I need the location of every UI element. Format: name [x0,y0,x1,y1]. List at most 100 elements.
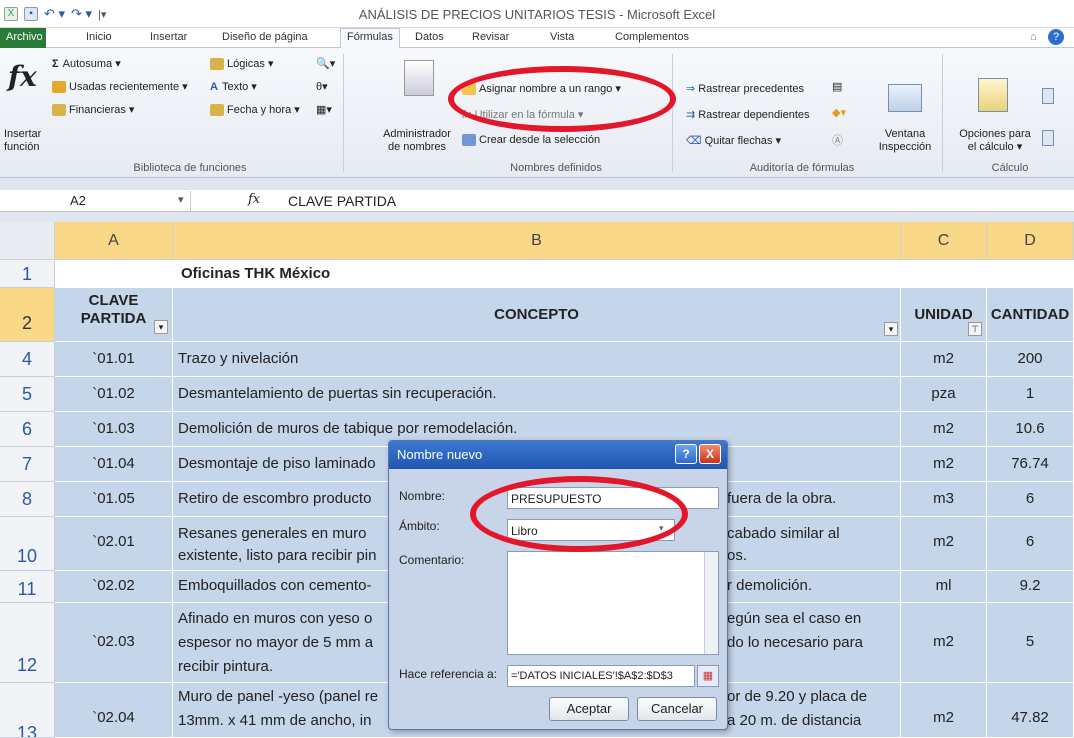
cell-clave[interactable]: `01.03 [55,412,173,447]
row-header[interactable]: 4 [0,342,55,377]
row-header[interactable]: 12 [0,603,55,683]
insert-function-button[interactable]: Insertar función [4,128,41,154]
column-header-d[interactable]: D [987,222,1074,260]
filter-active-icon[interactable]: ⊤ [968,322,982,336]
row-header[interactable]: 5 [0,377,55,412]
search-function-icon[interactable]: 🔍▾ [316,57,335,70]
autosuma-button[interactable]: Σ Autosuma ▾ [52,57,121,70]
cell-cantidad[interactable]: 200 [987,342,1074,377]
row-header[interactable]: 10 [0,517,55,571]
error-check-icon[interactable]: ◆▾ [832,106,846,119]
cell-clave[interactable]: `02.02 [55,571,173,603]
trace-dependents-button[interactable]: ⇉ Rastrear dependientes [686,108,810,121]
cell-clave[interactable]: `01.05 [55,482,173,517]
cell-clave[interactable]: `01.04 [55,447,173,482]
row-header[interactable]: 2 [0,288,55,342]
texto-button[interactable]: A Texto ▾ [210,80,257,93]
referencia-input[interactable]: ='DATOS INICIALES'!$A$2:$D$3 [507,665,695,687]
cell-unidad[interactable]: m2 [901,683,987,738]
cell-cantidad[interactable]: 10.6 [987,412,1074,447]
name-box[interactable]: A2 [70,193,86,208]
help-button[interactable]: ? [675,444,697,464]
close-button[interactable]: X [699,444,721,464]
namebox-dropdown-icon[interactable]: ▾ [178,193,184,206]
cell-d2[interactable]: CANTIDAD [987,288,1074,342]
cell-concepto[interactable]: Trazo y nivelación [173,342,901,377]
row-header[interactable]: 13 [0,683,55,738]
cell-unidad[interactable]: m3 [901,482,987,517]
math-icon[interactable]: θ▾ [316,80,328,93]
cell-c1[interactable] [901,260,987,288]
cell-clave[interactable]: `01.02 [55,377,173,412]
cell-unidad[interactable]: m2 [901,342,987,377]
formula-content[interactable]: CLAVE PARTIDA [288,193,396,209]
usadas-button[interactable]: Usadas recientemente ▾ [52,80,188,94]
select-all-corner[interactable] [0,222,55,260]
cell-unidad[interactable]: pza [901,377,987,412]
row-header[interactable]: 6 [0,412,55,447]
tab-revisar[interactable]: Revisar [472,31,509,43]
tab-insertar[interactable]: Insertar [150,31,187,43]
collapse-dialog-icon[interactable]: ▦ [697,665,719,687]
logicas-button[interactable]: Lógicas ▾ [210,57,274,71]
row-header[interactable]: 7 [0,447,55,482]
cell-clave[interactable]: `02.01 [55,517,173,571]
tab-datos[interactable]: Datos [415,31,444,43]
show-formulas-icon[interactable]: ▤ [832,80,842,93]
cell-clave[interactable]: `01.01 [55,342,173,377]
watch-window-button[interactable]: Ventana Inspección [872,128,938,154]
cancelar-button[interactable]: Cancelar [637,697,717,721]
calc-options-button[interactable]: Opciones para el cálculo ▾ [952,128,1038,154]
name-manager-icon[interactable] [404,60,434,96]
cell-concepto[interactable]: Desmantelamiento de puertas sin recupera… [173,377,901,412]
trace-precedents-button[interactable]: ⇒ Rastrear precedentes [686,82,804,95]
tab-inicio[interactable]: Inicio [86,31,112,43]
cell-unidad[interactable]: m2 [901,412,987,447]
cell-cantidad[interactable]: 5 [987,603,1074,683]
fecha-button[interactable]: Fecha y hora ▾ [210,103,300,117]
tab-formulas[interactable]: Fórmulas [340,28,400,49]
cell-cantidad[interactable]: 76.74 [987,447,1074,482]
scrollbar[interactable] [704,552,718,654]
fx-icon[interactable]: fx [248,192,260,207]
row-header[interactable]: 1 [0,260,55,288]
calc-options-icon[interactable] [978,78,1008,112]
cell-d1[interactable] [987,260,1074,288]
tab-archivo[interactable]: Archivo [0,28,46,48]
cell-unidad[interactable]: m2 [901,517,987,571]
remove-arrows-button[interactable]: ⌫ Quitar flechas ▾ [686,134,781,147]
row-header[interactable]: 11 [0,571,55,603]
cell-cantidad[interactable]: 1 [987,377,1074,412]
help-icon[interactable]: ? [1048,29,1064,45]
cell-clave[interactable]: `02.04 [55,683,173,738]
watch-window-icon[interactable] [888,84,922,112]
calc-sheet-icon[interactable] [1042,130,1054,146]
cell-unidad[interactable]: ml [901,571,987,603]
create-from-selection-button[interactable]: Crear desde la selección [462,134,600,147]
more-functions-icon[interactable]: ▦▾ [316,103,332,116]
filter-dropdown-icon[interactable]: ▾ [154,320,168,334]
column-header-b[interactable]: B [173,222,901,260]
cell-cantidad[interactable]: 6 [987,482,1074,517]
tab-complementos[interactable]: Complementos [615,31,689,43]
tab-vista[interactable]: Vista [550,31,574,43]
tab-diseno[interactable]: Diseño de página [222,31,308,43]
cell-a1[interactable] [55,260,173,288]
row-header[interactable]: 8 [0,482,55,517]
column-header-a[interactable]: A [55,222,173,260]
cell-b2[interactable]: CONCEPTO [173,288,901,342]
name-manager-button[interactable]: Administrador de nombres [372,128,462,154]
cell-b1[interactable]: Oficinas THK México [173,260,901,288]
insert-function-icon[interactable]: fx [8,60,37,93]
cell-unidad[interactable]: m2 [901,603,987,683]
calc-now-icon[interactable] [1042,88,1054,104]
filter-dropdown-icon[interactable]: ▾ [884,322,898,336]
aceptar-button[interactable]: Aceptar [549,697,629,721]
financieras-button[interactable]: Financieras ▾ [52,103,134,117]
cell-clave[interactable]: `02.03 [55,603,173,683]
minimize-ribbon-icon[interactable]: ⌂ [1030,31,1037,43]
cell-unidad[interactable]: m2 [901,447,987,482]
evaluate-formula-icon[interactable]: Ⓐ [832,132,843,148]
comentario-textarea[interactable] [507,551,719,655]
cell-cantidad[interactable]: 6 [987,517,1074,571]
